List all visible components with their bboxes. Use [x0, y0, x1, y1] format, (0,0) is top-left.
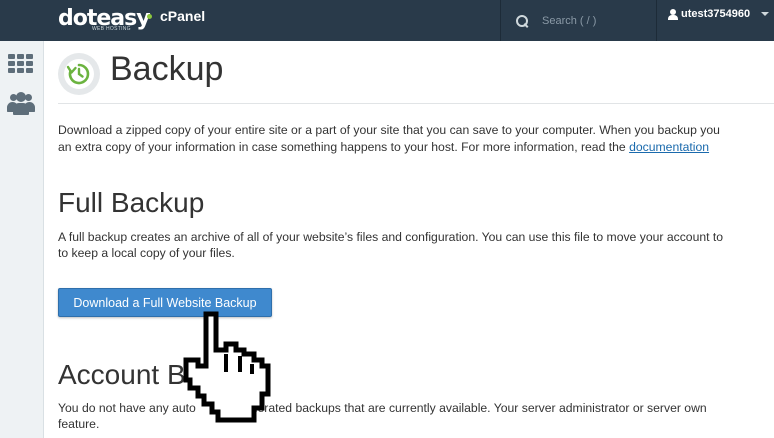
title-divider — [58, 103, 774, 104]
separator-dot — [147, 14, 152, 19]
account-backups-heading: Account Ba — [58, 359, 202, 390]
search-icon — [516, 14, 528, 27]
account-backups-line-1a: You do not have any auto — [58, 401, 196, 415]
full-backup-line-2: to keep a local copy of your files. — [58, 246, 235, 260]
top-navbar: doteasy WEB HOSTING cPanel utest3754960 — [0, 0, 774, 41]
page-title: Backup — [110, 50, 224, 88]
full-backup-heading: Full Backup — [58, 187, 205, 218]
search-box[interactable] — [500, 0, 657, 41]
caret-down-icon — [761, 12, 770, 16]
users-icon[interactable] — [7, 92, 35, 115]
sidebar — [0, 41, 44, 438]
full-backup-line-1: A full backup creates an archive of all … — [58, 230, 724, 244]
backup-icon — [58, 53, 100, 95]
cpanel-label[interactable]: cPanel — [160, 8, 205, 24]
intro-line-1: Download a zipped copy of your entire si… — [58, 123, 720, 137]
grid-icon[interactable] — [7, 52, 35, 74]
account-backups-line-1b: generated backups that are currently ava… — [233, 401, 707, 415]
account-backups-line-2: feature. — [58, 417, 100, 431]
main-content: Backup Download a zipped copy of your en… — [58, 41, 774, 438]
account-backups-line-1: You do not have any auto generated backu… — [58, 400, 707, 417]
user-icon — [668, 8, 678, 20]
hand-pointer-icon — [183, 311, 271, 423]
intro-line-2-text: an extra copy of your information in cas… — [58, 140, 630, 154]
search-input[interactable] — [542, 14, 652, 27]
intro-line-2: an extra copy of your information in cas… — [58, 139, 709, 156]
documentation-link[interactable]: documentation — [629, 140, 709, 154]
logo-tagline: WEB HOSTING — [92, 26, 131, 32]
user-menu[interactable]: utest3754960 — [668, 8, 770, 20]
username: utest3754960 — [681, 8, 751, 20]
